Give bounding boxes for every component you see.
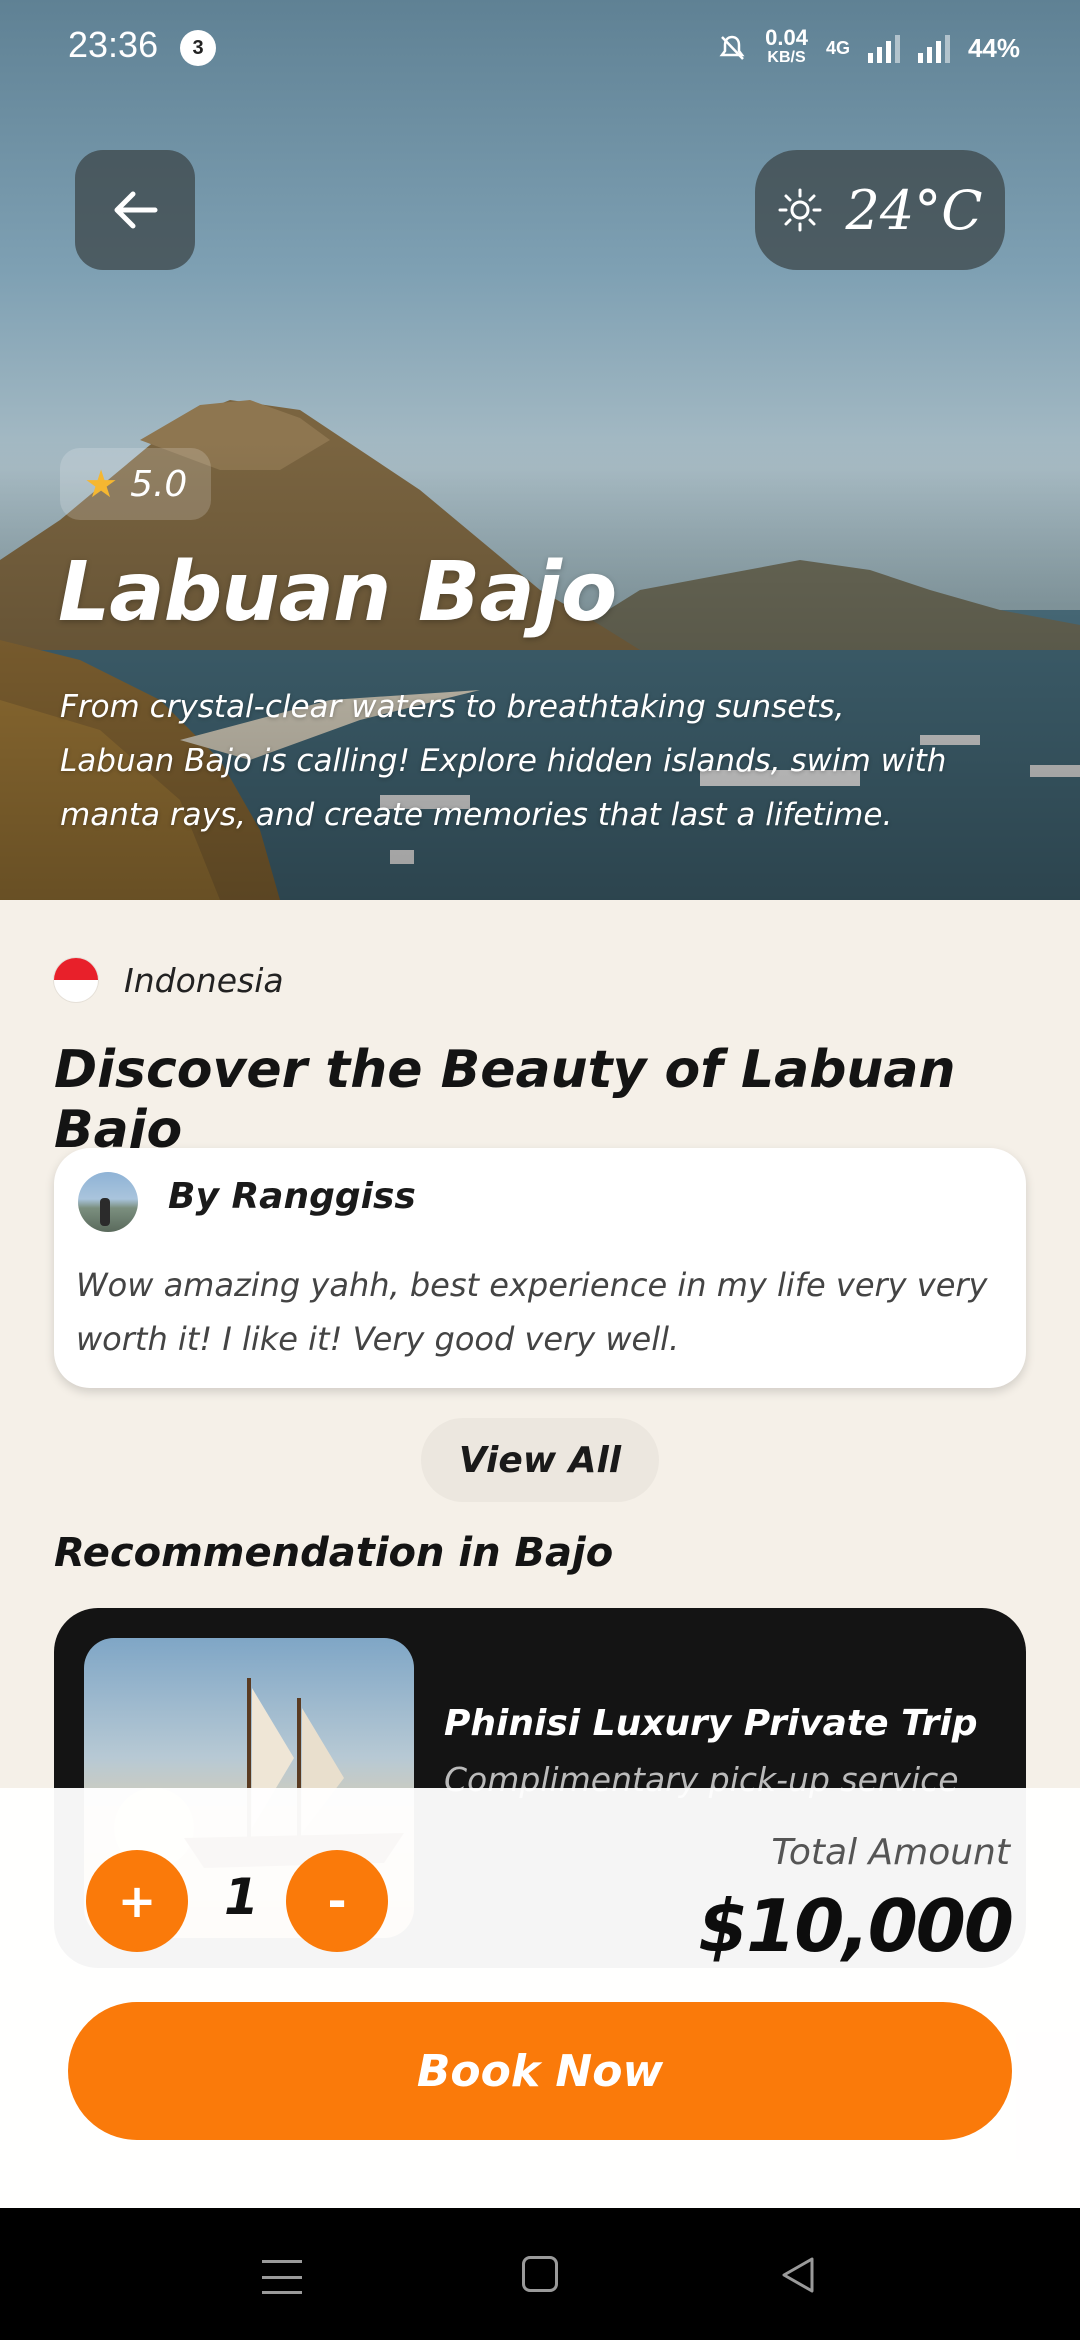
review-text: Wow amazing yahh, best experience in my …	[76, 1266, 988, 1358]
notification-count-badge: 3	[180, 30, 216, 66]
country-row: Indonesia	[54, 958, 284, 1002]
temperature: 24°C	[845, 178, 983, 242]
total-amount-label: Total Amount	[771, 1832, 1010, 1873]
weather-pill: 24°C	[755, 150, 1005, 270]
reviewer-avatar	[78, 1172, 138, 1232]
place-description: From crystal-clear waters to breathtakin…	[60, 689, 947, 833]
reviewer-name: By Ranggiss	[168, 1176, 416, 1217]
mute-icon	[719, 35, 745, 60]
nav-back-icon[interactable]	[780, 2256, 816, 2294]
book-now-button[interactable]: Book Now	[68, 2002, 1012, 2140]
booking-bar: + 1 - Total Amount $10,000 Book Now	[0, 1788, 1080, 2208]
review-card: By Ranggiss Wow amazing yahh, best exper…	[54, 1148, 1026, 1388]
total-amount-value: $10,000	[698, 1884, 1014, 1968]
sun-icon	[778, 188, 822, 232]
country-name: Indonesia	[124, 960, 284, 1000]
view-all-button[interactable]: View All	[421, 1418, 659, 1502]
decrease-quantity-button[interactable]: -	[286, 1850, 388, 1952]
increase-quantity-button[interactable]: +	[86, 1850, 188, 1952]
signal-icon-2	[917, 33, 950, 63]
rating-badge: ★ 5.0	[60, 448, 212, 520]
system-nav-bar	[0, 2208, 1080, 2340]
network-speed: 0.04 KB/S	[765, 25, 808, 67]
indonesia-flag-icon	[54, 958, 98, 1002]
status-bar: 23:36 3 0.04 KB/S 4G 44%	[0, 0, 1080, 96]
network-type: 4G	[825, 37, 850, 58]
back-button[interactable]	[75, 150, 195, 270]
recommendation-title: Recommendation in Bajo	[54, 1530, 614, 1576]
status-time: 23:36	[68, 24, 159, 65]
star-icon: ★	[84, 462, 119, 506]
signal-icon	[867, 33, 900, 63]
battery-level: 44%	[967, 32, 1020, 63]
menu-icon[interactable]	[262, 2260, 302, 2294]
place-title: Labuan Bajo	[58, 545, 617, 640]
home-icon[interactable]	[522, 2256, 558, 2292]
back-arrow-icon	[114, 191, 158, 229]
rating-value: 5.0	[130, 463, 188, 505]
quantity-value: 1	[224, 1868, 259, 1926]
recommendation-name: Phinisi Luxury Private Trip	[444, 1703, 978, 1744]
section-title: Discover the Beauty of Labuan Bajo	[54, 1040, 956, 1160]
